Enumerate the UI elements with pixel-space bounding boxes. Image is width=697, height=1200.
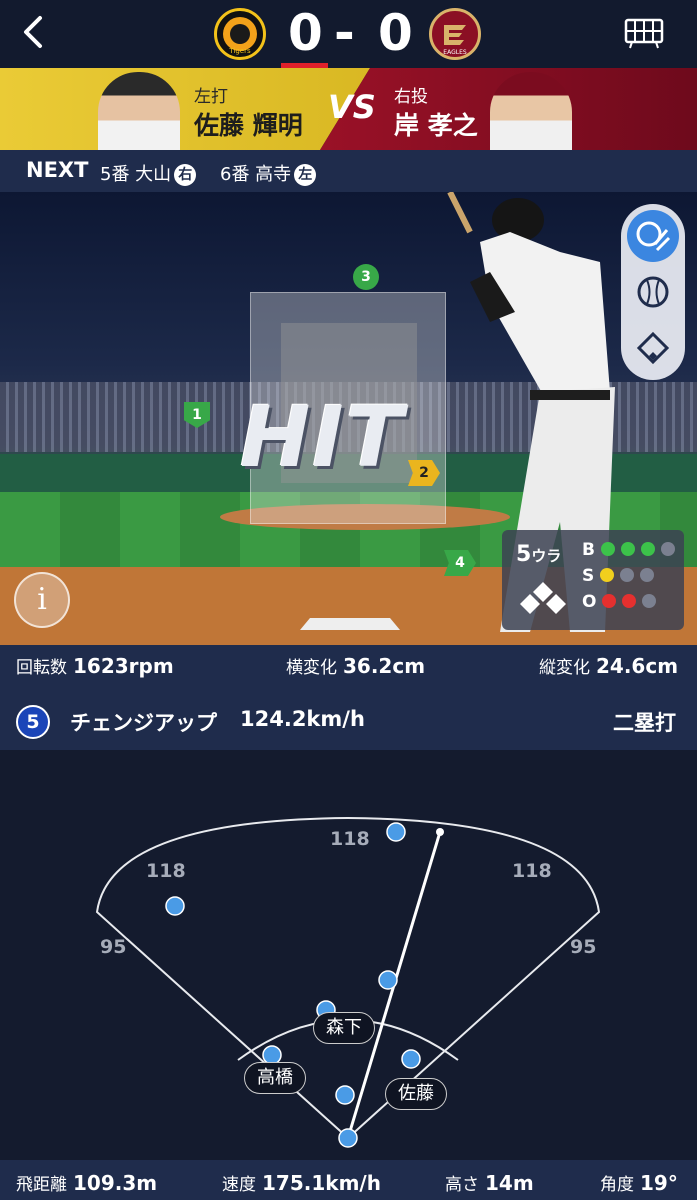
vertical-break-value: 24.6cm bbox=[596, 654, 679, 678]
hit-result-text: HIT bbox=[240, 388, 405, 486]
next-batter-2: 6番 高寺左 bbox=[220, 160, 317, 186]
scoreboard-icon[interactable] bbox=[624, 16, 664, 50]
away-logo-text: EAGLES bbox=[443, 49, 467, 56]
pitcher-name: 岸 孝之 bbox=[394, 111, 478, 140]
next-batter-order: 6番 高寺 bbox=[220, 164, 292, 185]
out-count-dot bbox=[622, 594, 637, 608]
field-view-button[interactable] bbox=[627, 322, 679, 374]
inning-half: ウラ bbox=[531, 547, 562, 565]
hit-height-value: 14m bbox=[485, 1171, 534, 1195]
pitcher-side: 右投 bbox=[394, 87, 428, 107]
pitch-speed: 124.2km/h bbox=[240, 707, 365, 731]
spin-rate-label: 回転数 bbox=[16, 658, 67, 678]
hit-height-label: 高さ bbox=[445, 1175, 479, 1195]
hit-distance-label: 飛距離 bbox=[16, 1175, 67, 1195]
pitch-location-view-button[interactable] bbox=[627, 210, 679, 262]
next-label: NEXT bbox=[26, 158, 89, 182]
launch-angle-label: 角度 bbox=[600, 1175, 634, 1195]
distance-left-center: 118 bbox=[146, 860, 186, 882]
hanshin-tigers-logo-icon: Tigers bbox=[214, 8, 266, 60]
next-batters-bar: NEXT 5番 大山右 6番 高寺左 bbox=[0, 150, 697, 192]
vertical-break-label: 縦変化 bbox=[539, 658, 590, 678]
exit-velocity-label: 速度 bbox=[222, 1175, 256, 1195]
ball-count-dot bbox=[600, 542, 615, 556]
outs-label: O bbox=[582, 592, 597, 612]
vs-label: VS bbox=[328, 88, 376, 126]
batted-ball-stats: 飛距離 109.3m 速度 175.1km/h 高さ 14m 角度 19° bbox=[0, 1160, 697, 1200]
matchup-banner: 左打 佐藤 輝明 VS 右投 岸 孝之 bbox=[0, 68, 697, 150]
inning-number: 5 bbox=[516, 542, 532, 567]
pitch-info-panel: 回転数 1623rpm 横変化 36.2cm 縦変化 24.6cm 5 チェンジアップ… bbox=[0, 645, 697, 750]
out-count-dot bbox=[642, 594, 657, 608]
out-count-dot bbox=[602, 594, 617, 608]
bases-icon bbox=[520, 582, 566, 614]
score-separator: - bbox=[334, 4, 355, 62]
pitch-type: チェンジアップ bbox=[70, 711, 217, 735]
strike-count-dot bbox=[620, 568, 635, 582]
diamond-icon bbox=[636, 331, 670, 365]
spray-chart: 118 118 118 95 95 森下 高橋 佐藤 bbox=[0, 750, 697, 1160]
batter-side: 左打 bbox=[194, 87, 228, 107]
pitch-number-badge: 5 bbox=[16, 705, 50, 739]
pitch-location-icon bbox=[636, 221, 671, 252]
fielder-dots bbox=[165, 822, 421, 1148]
info-button[interactable]: i bbox=[14, 572, 70, 628]
horizontal-break-label: 横変化 bbox=[286, 658, 337, 678]
batter-hand-badge: 左 bbox=[294, 164, 317, 186]
pitch-result: 二塁打 bbox=[613, 711, 676, 735]
pitch-scene: 3 1 2 4 HIT i 5ウラ B S O bbox=[0, 192, 697, 645]
hit-distance-value: 109.3m bbox=[73, 1171, 158, 1195]
batter-photo bbox=[98, 72, 180, 150]
next-batter-order: 5番 大山 bbox=[100, 164, 172, 185]
away-score: 0 bbox=[378, 4, 413, 62]
balls-label: B bbox=[582, 540, 595, 560]
info-icon: i bbox=[37, 582, 47, 617]
count-panel: 5ウラ B S O bbox=[502, 530, 684, 630]
home-score: 0 bbox=[288, 4, 323, 62]
launch-angle-value: 19° bbox=[640, 1171, 678, 1195]
ball-trajectory-view-button[interactable] bbox=[627, 266, 679, 318]
scoreboard-header: Tigers 0 - 0 EAGLES bbox=[0, 0, 697, 68]
strikes-row: S bbox=[582, 566, 655, 586]
balls-row: B bbox=[582, 540, 675, 560]
horizontal-break-value: 36.2cm bbox=[343, 654, 426, 678]
fielder-label-third: 高橋 bbox=[244, 1062, 306, 1094]
exit-velocity-value: 175.1km/h bbox=[262, 1171, 381, 1195]
outs-row: O bbox=[582, 592, 657, 612]
strike-count-dot bbox=[600, 568, 615, 582]
batter-hand-badge: 右 bbox=[174, 164, 197, 186]
back-icon[interactable] bbox=[14, 10, 54, 54]
distance-center: 118 bbox=[330, 828, 370, 850]
batter-name: 佐藤 輝明 bbox=[194, 111, 303, 140]
strikes-label: S bbox=[582, 566, 595, 586]
launch-angle: 角度 19° bbox=[600, 1170, 678, 1195]
horizontal-break: 横変化 36.2cm bbox=[286, 653, 425, 678]
batter-panel bbox=[0, 68, 370, 150]
strike-count-dot bbox=[640, 568, 655, 582]
vertical-break: 縦変化 24.6cm bbox=[539, 653, 678, 678]
fielder-label-shortstop: 森下 bbox=[313, 1012, 375, 1044]
distance-left-line: 95 bbox=[100, 936, 127, 958]
ball-count-dot bbox=[640, 542, 655, 556]
distance-right-line: 95 bbox=[570, 936, 597, 958]
next-batter-1: 5番 大山右 bbox=[100, 160, 197, 186]
pitch-marker-3[interactable]: 3 bbox=[353, 264, 379, 290]
home-plate bbox=[300, 618, 400, 630]
inning-indicator: 5ウラ bbox=[516, 542, 561, 567]
spin-rate: 回転数 1623rpm bbox=[16, 653, 174, 678]
baseball-icon bbox=[637, 276, 669, 308]
hit-distance: 飛距離 109.3m bbox=[16, 1170, 157, 1195]
pitcher-photo bbox=[490, 72, 572, 150]
view-mode-toolbar bbox=[621, 204, 685, 380]
hit-height: 高さ 14m bbox=[445, 1170, 534, 1195]
exit-velocity: 速度 175.1km/h bbox=[222, 1170, 381, 1195]
rakuten-eagles-logo-icon: EAGLES bbox=[429, 8, 481, 60]
spin-rate-value: 1623rpm bbox=[73, 654, 174, 678]
distance-right-center: 118 bbox=[512, 860, 552, 882]
home-logo-text: Tigers bbox=[228, 47, 251, 55]
ball-count-dot bbox=[620, 542, 635, 556]
ball-count-dot bbox=[660, 542, 675, 556]
fielder-label-first: 佐藤 bbox=[385, 1078, 447, 1110]
